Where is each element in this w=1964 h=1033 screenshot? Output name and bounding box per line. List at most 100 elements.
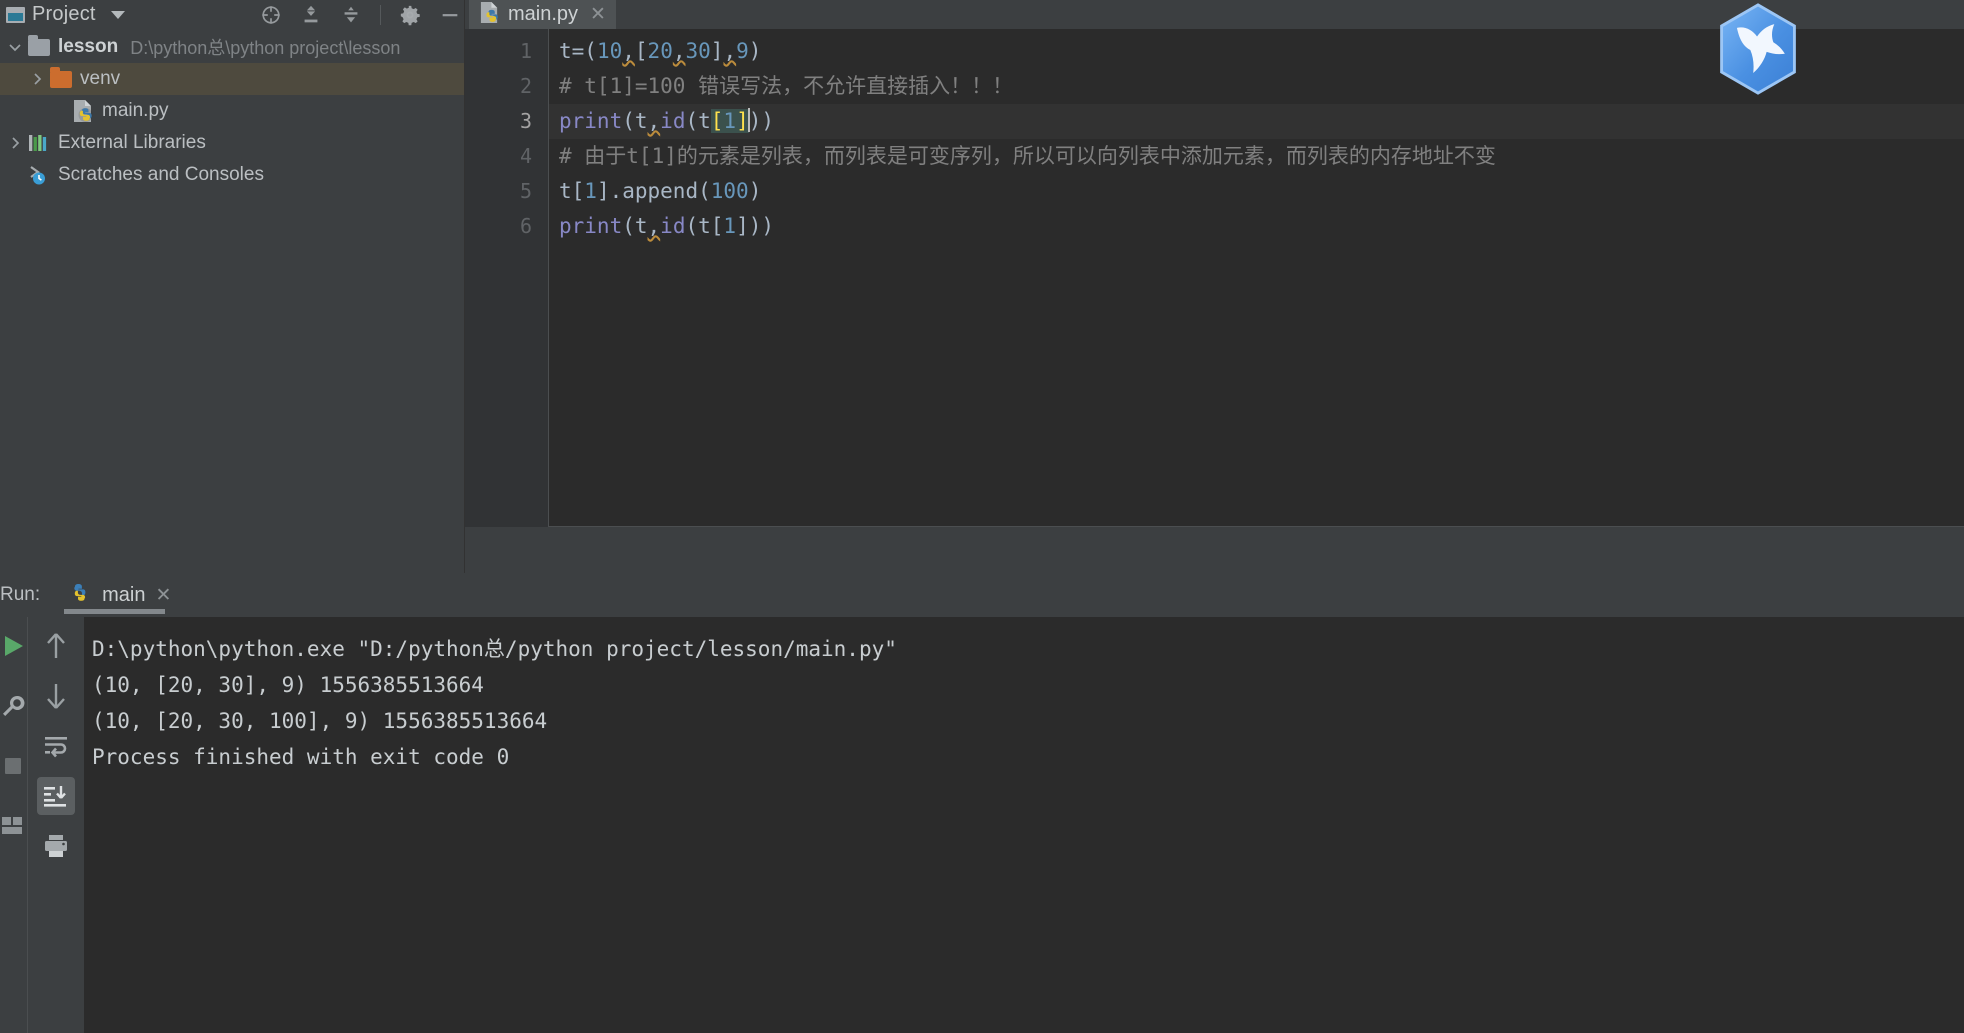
arrow-up-icon[interactable] — [37, 627, 75, 665]
arrow-down-icon[interactable] — [37, 677, 75, 715]
project-window-icon — [6, 6, 25, 23]
console-output[interactable]: D:\python\python.exe "D:/python总/python … — [84, 617, 1964, 1033]
line-number: 6 — [519, 214, 532, 238]
chevron-collapsed-icon[interactable] — [4, 136, 26, 150]
run-tool-window: Run: main ✕ D:\python\python.exe "D:/pyt… — [0, 573, 1964, 1033]
scroll-to-end-icon[interactable] — [36, 777, 75, 815]
code-token: [ — [634, 39, 648, 63]
console-actions-toolbar — [27, 617, 83, 1033]
python-file-icon — [70, 581, 92, 610]
line-number: 4 — [519, 144, 532, 168]
editor-lower-divider — [465, 527, 1964, 573]
code-token: ) — [748, 39, 762, 63]
run-panel-label: Run: — [0, 584, 41, 605]
code-token: 9 — [736, 39, 749, 63]
run-tab-label: main — [102, 583, 146, 606]
console-line: (10, [20, 30], 9) 1556385513664 — [92, 673, 484, 697]
libraries-icon — [26, 133, 52, 153]
code-token: ) — [748, 179, 762, 203]
project-panel-toolbar — [260, 0, 461, 29]
close-icon[interactable]: ✕ — [156, 584, 172, 607]
code-token: ] — [710, 39, 724, 63]
code-token: 10 — [596, 39, 623, 63]
code-token: )) — [748, 109, 775, 133]
code-token: , — [647, 214, 661, 238]
code-token: 30 — [685, 39, 711, 63]
code-line[interactable]: print(t,id(t[1])) — [549, 104, 1964, 139]
collapse-all-icon[interactable] — [340, 4, 362, 26]
code-token: t=( — [559, 39, 597, 63]
tab-label: main.py — [508, 3, 579, 25]
pycharm-window: Project lesson D:\python总\python project… — [0, 0, 1964, 1033]
tree-item-lesson[interactable]: lesson D:\python总\python project\lesson — [0, 31, 465, 63]
code-viewport[interactable]: 1 2 3 4 5 6 t=(10,[20,30],9) # t[1]=100 … — [465, 29, 1964, 527]
line-number: 3 — [519, 109, 532, 133]
code-token: 100 — [710, 179, 749, 203]
console-line: (10, [20, 30, 100], 9) 1556385513664 — [92, 709, 548, 733]
tab-main-py[interactable]: main.py ✕ — [469, 0, 616, 32]
code-token: , — [647, 109, 661, 133]
project-panel-title: Project — [32, 3, 96, 25]
code-token: 1 — [723, 109, 737, 133]
folder-grey-icon — [26, 34, 52, 56]
expand-all-icon[interactable] — [300, 4, 322, 26]
project-panel-header: Project — [0, 0, 465, 29]
tree-item-label: External Libraries — [58, 132, 206, 153]
code-line[interactable]: t[1].append(100) — [549, 174, 1964, 209]
code-token: # t[1]=100 错误写法，不允许直接插入！！！ — [559, 74, 1014, 98]
code-token: 1 — [584, 179, 597, 203]
run-panel-body: D:\python\python.exe "D:/python总/python … — [0, 617, 1964, 1033]
line-number: 5 — [519, 179, 532, 203]
chevron-down-icon[interactable] — [110, 10, 125, 19]
code-token: ].append( — [596, 179, 711, 203]
tree-item-path: D:\python总\python project\lesson — [130, 38, 401, 58]
tree-item-scratches-and-consoles[interactable]: Scratches and Consoles — [0, 159, 465, 191]
soft-wrap-icon[interactable] — [37, 727, 75, 765]
code-text-area[interactable]: t=(10,[20,30],9) # t[1]=100 错误写法，不允许直接插入… — [549, 29, 1964, 527]
python-file-icon — [70, 99, 96, 123]
tree-item-label: Scratches and Consoles — [58, 164, 264, 185]
chevron-expanded-icon[interactable] — [4, 40, 26, 54]
minimize-icon[interactable] — [439, 4, 461, 26]
close-icon[interactable]: ✕ — [590, 3, 606, 26]
code-token: print — [559, 109, 623, 133]
line-number: 1 — [519, 39, 532, 63]
code-token: , — [622, 39, 635, 63]
code-token: (t — [685, 109, 711, 133]
scratches-icon — [26, 164, 52, 186]
console-line: Process finished with exit code 0 — [92, 745, 510, 769]
tree-item-label: main.py — [102, 100, 169, 121]
code-token: 20 — [647, 39, 673, 63]
chevron-collapsed-icon[interactable] — [26, 72, 48, 86]
code-token: , — [723, 39, 737, 63]
code-token: 1 — [723, 214, 737, 238]
toolbar-divider — [380, 4, 381, 25]
run-actions-toolbar — [0, 617, 26, 1033]
code-token: , — [672, 39, 686, 63]
tree-item-main-py[interactable]: main.py — [0, 95, 465, 127]
code-token: print — [559, 214, 623, 238]
editor-gutter[interactable]: 1 2 3 4 5 6 — [465, 29, 549, 527]
python-file-icon — [479, 1, 500, 29]
pycharm-logo-icon — [1720, 3, 1796, 95]
locate-icon[interactable] — [260, 4, 282, 26]
tree-item-label: lesson — [58, 36, 119, 57]
console-line: D:\python\python.exe "D:/python总/python … — [92, 637, 897, 661]
code-line[interactable]: # 由于t[1]的元素是列表，而列表是可变序列，所以可以向列表中添加元素，而列表… — [549, 139, 1964, 174]
print-icon[interactable] — [37, 827, 75, 865]
code-token: # 由于t[1]的元素是列表，而列表是可变序列，所以可以向列表中添加元素，而列表… — [559, 144, 1496, 168]
run-panel-header: Run: main ✕ — [0, 573, 1964, 617]
code-token: (t — [622, 109, 648, 133]
code-line[interactable]: print(t,id(t[1])) — [549, 209, 1964, 244]
tree-item-external-libraries[interactable]: External Libraries — [0, 127, 465, 159]
code-token: (t — [622, 214, 648, 238]
gear-icon[interactable] — [399, 4, 421, 26]
tree-item-venv[interactable]: venv — [0, 63, 465, 95]
code-token: ])) — [736, 214, 774, 238]
code-token: t[ — [559, 179, 585, 203]
code-token: id — [660, 214, 686, 238]
code-token: [ — [710, 109, 724, 133]
line-number: 2 — [519, 74, 532, 98]
project-title-group[interactable]: Project — [0, 3, 125, 26]
run-tab-main[interactable]: main ✕ — [64, 573, 177, 617]
